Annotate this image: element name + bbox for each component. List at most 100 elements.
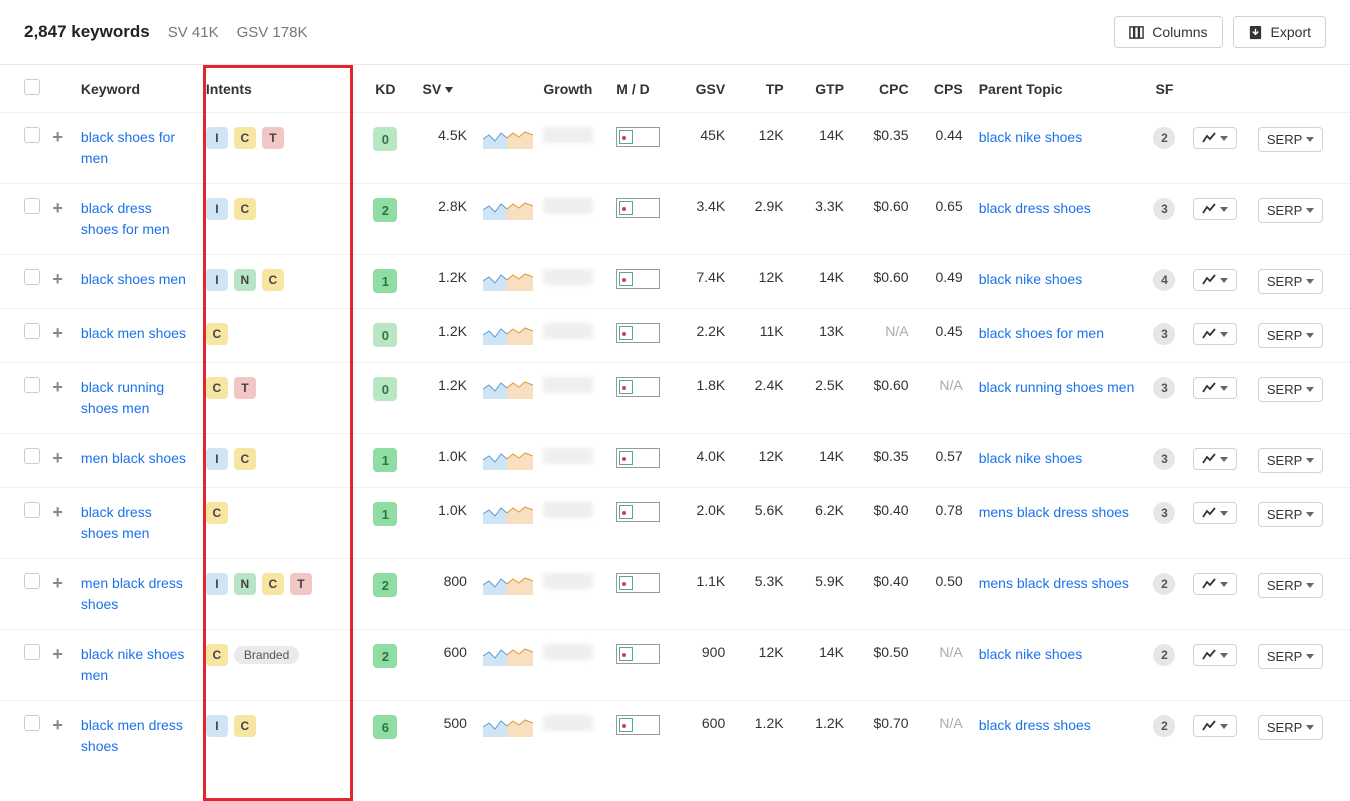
intent-badge-c: C [262,269,284,291]
cpc-value: $0.35 [852,113,917,184]
md-thumbnail[interactable] [616,715,660,735]
keyword-link[interactable]: black shoes men [81,271,186,287]
row-checkbox[interactable] [24,573,40,589]
md-thumbnail[interactable] [616,269,660,289]
parent-topic-link[interactable]: black nike shoes [979,450,1083,466]
select-all-checkbox[interactable] [24,79,40,95]
row-checkbox[interactable] [24,269,40,285]
trend-button[interactable] [1193,198,1237,220]
serp-button[interactable]: SERP [1258,198,1323,223]
md-thumbnail[interactable] [616,502,660,522]
parent-topic-link[interactable]: black nike shoes [979,646,1083,662]
add-button[interactable]: + [48,269,68,289]
md-thumbnail[interactable] [616,573,660,593]
parent-topic-link[interactable]: mens black dress shoes [979,504,1129,520]
add-button[interactable]: + [48,127,68,147]
trend-button[interactable] [1193,573,1237,595]
keyword-link[interactable]: black nike shoes men [81,646,185,683]
add-button[interactable]: + [48,573,68,593]
md-thumbnail[interactable] [616,644,660,664]
parent-topic-link[interactable]: black dress shoes [979,717,1091,733]
serp-button[interactable]: SERP [1258,715,1323,740]
header-parent[interactable]: Parent Topic [971,65,1144,113]
serp-button[interactable]: SERP [1258,377,1323,402]
add-button[interactable]: + [48,448,68,468]
keyword-link[interactable]: black men dress shoes [81,717,183,754]
export-button[interactable]: Export [1233,16,1326,48]
row-checkbox[interactable] [24,323,40,339]
serp-button[interactable]: SERP [1258,269,1323,294]
add-button[interactable]: + [48,644,68,664]
cpc-value: $0.60 [852,184,917,255]
trend-button[interactable] [1193,127,1237,149]
parent-topic-link[interactable]: black nike shoes [979,271,1083,287]
columns-button[interactable]: Columns [1114,16,1222,48]
trend-button[interactable] [1193,644,1237,666]
add-button[interactable]: + [48,715,68,735]
intent-badge-c: C [206,323,228,345]
header-kd[interactable]: KD [356,65,414,113]
parent-topic-link[interactable]: black dress shoes [979,200,1091,216]
row-checkbox[interactable] [24,448,40,464]
keyword-link[interactable]: black dress shoes for men [81,200,170,237]
header-md[interactable]: M / D [608,65,675,113]
md-thumbnail[interactable] [616,448,660,468]
header-intents[interactable]: Intents [198,65,356,113]
tp-value: 2.9K [733,184,791,255]
row-checkbox[interactable] [24,715,40,731]
header-gtp[interactable]: GTP [792,65,852,113]
add-button[interactable]: + [48,323,68,343]
md-thumbnail[interactable] [616,377,660,397]
parent-topic-link[interactable]: black shoes for men [979,325,1104,341]
header-cps[interactable]: CPS [917,65,971,113]
cpc-value: $0.50 [852,630,917,701]
row-checkbox[interactable] [24,502,40,518]
add-button[interactable]: + [48,377,68,397]
parent-topic-link[interactable]: black nike shoes [979,129,1083,145]
serp-button[interactable]: SERP [1258,502,1323,527]
trend-button[interactable] [1193,377,1237,399]
md-thumbnail[interactable] [616,198,660,218]
row-checkbox[interactable] [24,377,40,393]
trend-button[interactable] [1193,448,1237,470]
serp-label: SERP [1267,132,1302,147]
header-keyword[interactable]: Keyword [73,65,198,113]
serp-button[interactable]: SERP [1258,448,1323,473]
header-growth[interactable]: Growth [535,65,608,113]
header-cpc[interactable]: CPC [852,65,917,113]
keyword-link[interactable]: men black dress shoes [81,575,183,612]
cps-value: 0.57 [917,434,971,488]
serp-button[interactable]: SERP [1258,644,1323,669]
keyword-link[interactable]: black running shoes men [81,379,164,416]
header-sf[interactable]: SF [1144,65,1186,113]
serp-button[interactable]: SERP [1258,573,1323,598]
intent-badge-c: C [234,127,256,149]
add-button[interactable]: + [48,502,68,522]
row-checkbox[interactable] [24,127,40,143]
add-button[interactable]: + [48,198,68,218]
parent-topic-link[interactable]: mens black dress shoes [979,575,1129,591]
trend-button[interactable] [1193,502,1237,524]
serp-button[interactable]: SERP [1258,323,1323,348]
row-checkbox[interactable] [24,198,40,214]
parent-topic-link[interactable]: black running shoes men [979,379,1135,395]
header-sv[interactable]: SV [415,65,475,113]
columns-icon [1129,25,1144,40]
cpc-value: $0.60 [852,363,917,434]
header-tp[interactable]: TP [733,65,791,113]
trend-button[interactable] [1193,323,1237,345]
keyword-link[interactable]: men black shoes [81,450,186,466]
trend-button[interactable] [1193,269,1237,291]
tp-value: 5.6K [733,488,791,559]
serp-button[interactable]: SERP [1258,127,1323,152]
row-checkbox[interactable] [24,644,40,660]
intent-badge-n: N [234,573,256,595]
md-thumbnail[interactable] [616,127,660,147]
keyword-link[interactable]: black shoes for men [81,129,175,166]
trend-button[interactable] [1193,715,1237,737]
gsv-value: 3.4K [675,184,733,255]
header-gsv[interactable]: GSV [675,65,733,113]
md-thumbnail[interactable] [616,323,660,343]
keyword-link[interactable]: black dress shoes men [81,504,152,541]
keyword-link[interactable]: black men shoes [81,325,186,341]
